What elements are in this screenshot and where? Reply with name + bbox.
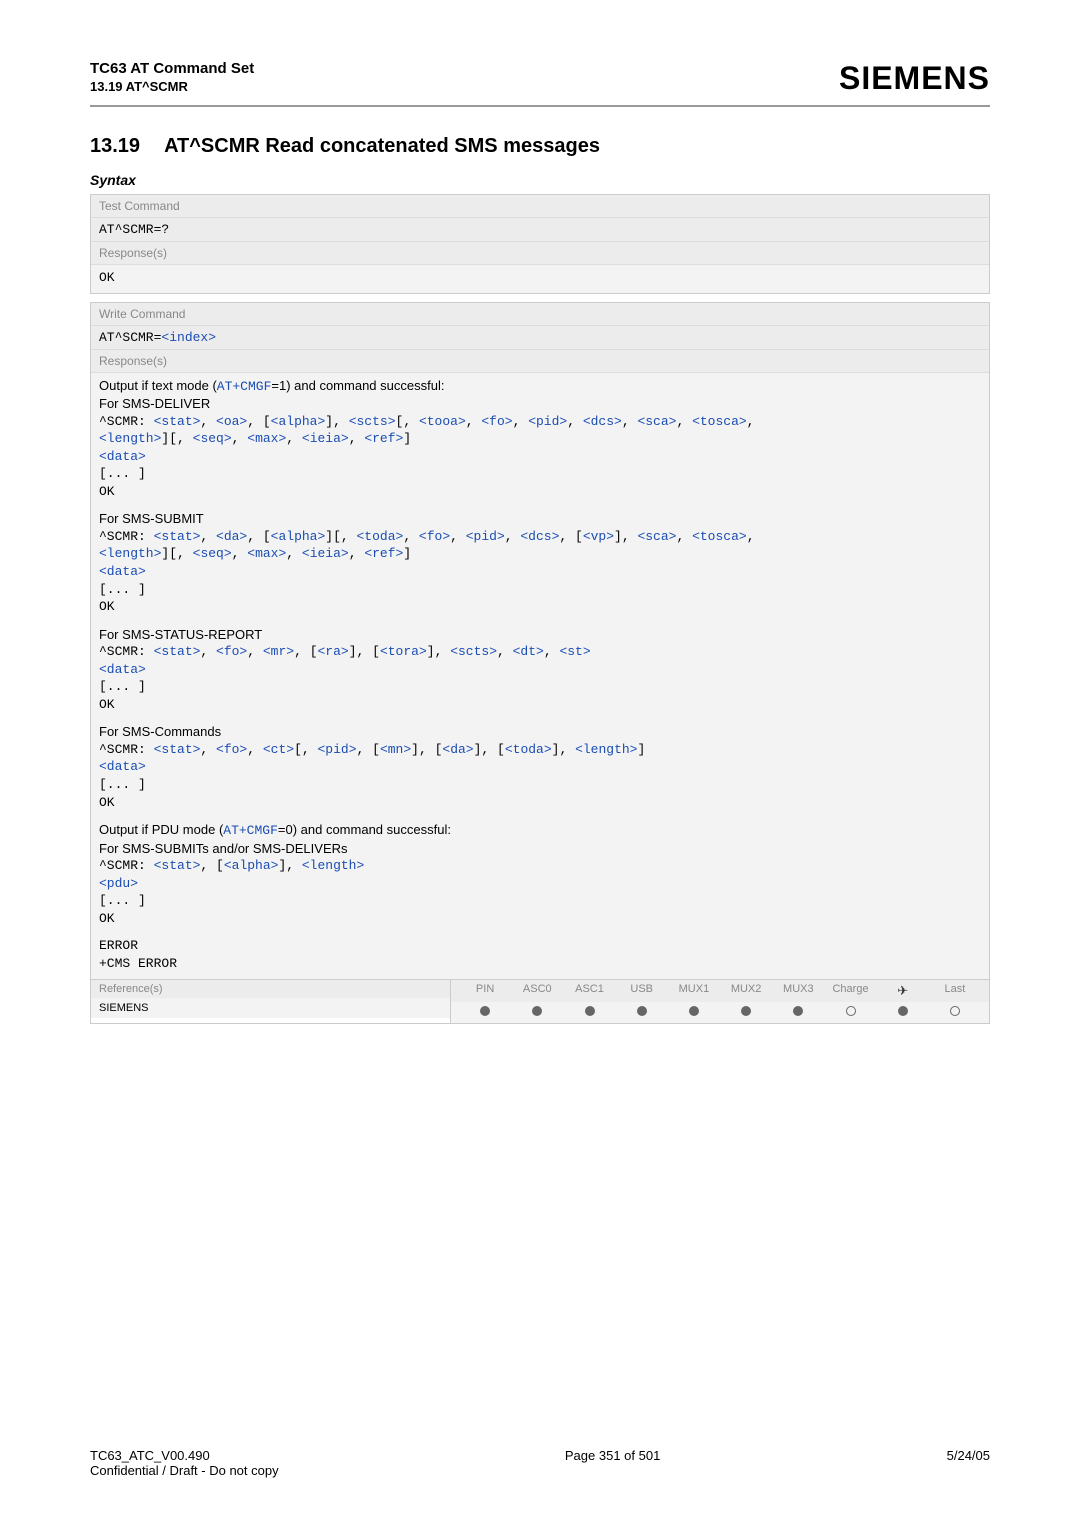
error-line: ERROR	[99, 937, 981, 955]
footer-version: TC63_ATC_V00.490	[90, 1448, 279, 1463]
reference-table: Reference(s) SIEMENS PIN ASC0 ASC1 USB M…	[91, 979, 989, 1023]
filled-dot-icon	[793, 1006, 803, 1016]
pdu-mode-intro: Output if PDU mode (AT+CMGF=0) and comma…	[99, 821, 981, 840]
status-syntax: ^SCMR: <stat>, <fo>, <mr>, [<ra>], [<tor…	[99, 643, 981, 678]
submit-label: For SMS-SUBMIT	[99, 510, 981, 528]
page-footer: TC63_ATC_V00.490 Confidential / Draft - …	[90, 1448, 990, 1478]
write-response-label: Response(s)	[91, 350, 989, 373]
section-title-text: AT^SCMR Read concatenated SMS messages	[164, 135, 600, 157]
page-header: TC63 AT Command Set 13.19 AT^SCMR SIEMEN…	[90, 60, 990, 97]
empty-dot-icon	[846, 1006, 856, 1016]
test-command-block: Test Command AT^SCMR=? Response(s) OK	[90, 194, 990, 294]
commands-label: For SMS-Commands	[99, 723, 981, 741]
footer-page-number: Page 351 of 501	[279, 1448, 947, 1478]
write-response-body: Output if text mode (AT+CMGF=1) and comm…	[91, 373, 989, 979]
ref-dots-row	[451, 1002, 989, 1023]
filled-dot-icon	[741, 1006, 751, 1016]
write-command-label: Write Command	[91, 303, 989, 326]
reference-label: Reference(s)	[91, 980, 450, 998]
commands-syntax: ^SCMR: <stat>, <fo>, <ct>[, <pid>, [<mn>…	[99, 741, 981, 776]
submit-syntax: ^SCMR: <stat>, <da>, [<alpha>][, <toda>,…	[99, 528, 981, 581]
deliver-syntax: ^SCMR: <stat>, <oa>, [<alpha>], <scts>[,…	[99, 413, 981, 466]
divider	[90, 105, 990, 107]
test-response-body: OK	[91, 265, 989, 293]
filled-dot-icon	[637, 1006, 647, 1016]
status-label: For SMS-STATUS-REPORT	[99, 626, 981, 644]
index-param[interactable]: <index>	[161, 330, 216, 345]
test-command-label: Test Command	[91, 195, 989, 218]
doc-subtitle: 13.19 AT^SCMR	[90, 79, 254, 94]
filled-dot-icon	[532, 1006, 542, 1016]
write-command-block: Write Command AT^SCMR=<index> Response(s…	[90, 302, 990, 1024]
footer-confidential: Confidential / Draft - Do not copy	[90, 1463, 279, 1478]
empty-dot-icon	[950, 1006, 960, 1016]
ref-columns-header: PIN ASC0 ASC1 USB MUX1 MUX2 MUX3 Charge …	[451, 980, 989, 1002]
test-response-label: Response(s)	[91, 242, 989, 265]
doc-title: TC63 AT Command Set	[90, 60, 254, 77]
footer-date: 5/24/05	[947, 1448, 990, 1478]
filled-dot-icon	[898, 1006, 908, 1016]
deliver-label: For SMS-DELIVER	[99, 395, 981, 413]
text-mode-intro: Output if text mode (AT+CMGF=1) and comm…	[99, 377, 981, 396]
brand-logo: SIEMENS	[839, 60, 990, 97]
write-command-code: AT^SCMR=<index>	[91, 326, 989, 350]
atcmgf-link-2[interactable]: AT+CMGF	[223, 823, 278, 838]
write-cmd-prefix: AT^SCMR=	[99, 330, 161, 345]
syntax-label: Syntax	[90, 172, 990, 188]
test-command-code: AT^SCMR=?	[91, 218, 989, 242]
airplane-icon: ✈	[877, 983, 929, 999]
section-heading: 13.19 AT^SCMR Read concatenated SMS messa…	[90, 135, 990, 158]
atcmgf-link[interactable]: AT+CMGF	[217, 379, 272, 394]
cms-error-line: +CMS ERROR	[99, 955, 981, 973]
pdu-syntax: ^SCMR: <stat>, [<alpha>], <length> <pdu>	[99, 857, 981, 892]
reference-value: SIEMENS	[91, 998, 450, 1018]
filled-dot-icon	[585, 1006, 595, 1016]
pdu-label: For SMS-SUBMITs and/or SMS-DELIVERs	[99, 840, 981, 858]
filled-dot-icon	[480, 1006, 490, 1016]
filled-dot-icon	[689, 1006, 699, 1016]
section-number: 13.19	[90, 135, 140, 158]
